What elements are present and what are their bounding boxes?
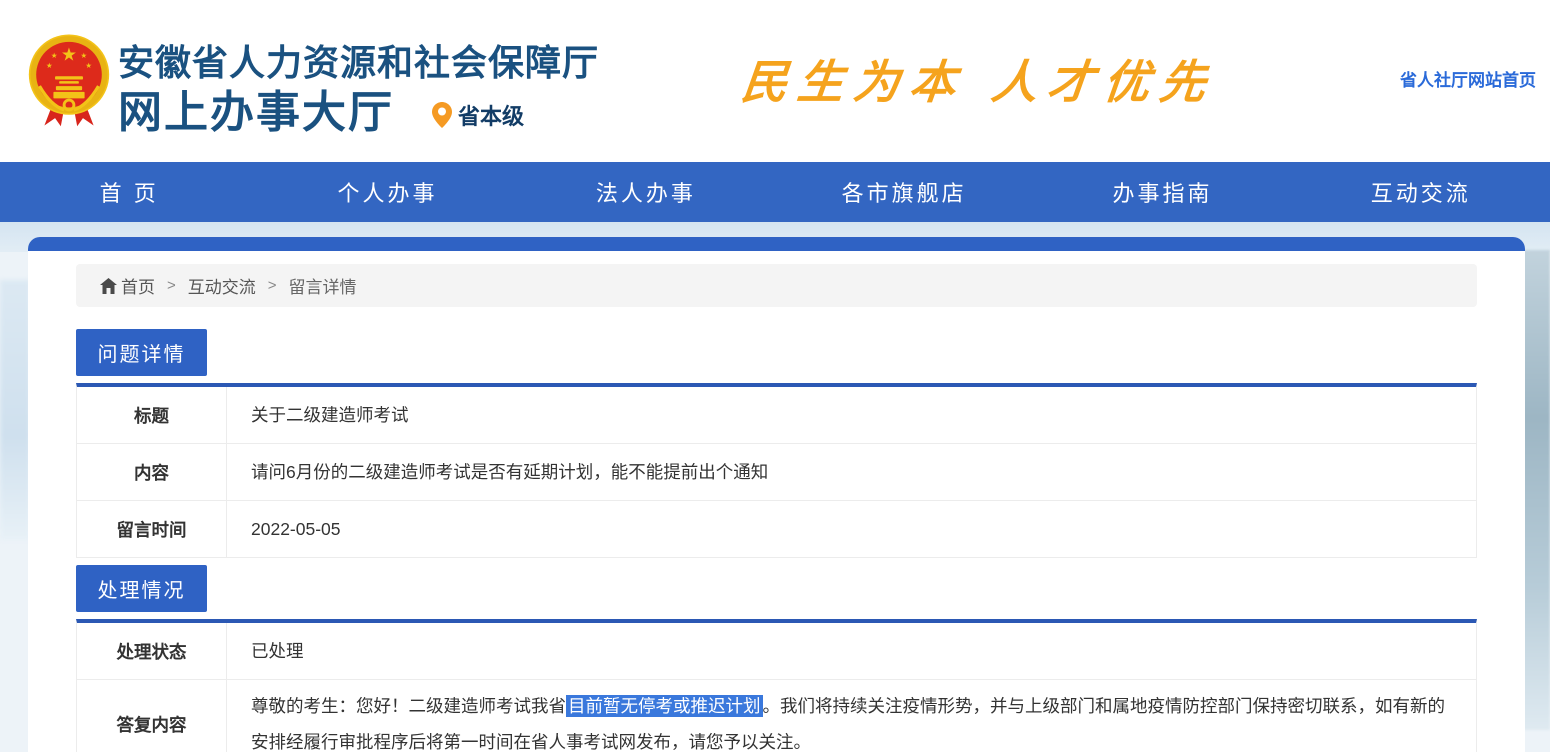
title-value: 关于二级建造师考试 <box>227 387 1476 443</box>
card-top-bar <box>28 237 1525 251</box>
content-value: 请问6月份的二级建造师考试是否有延期计划，能不能提前出个通知 <box>227 444 1476 500</box>
nav-item-interaction[interactable]: 互动交流 <box>1292 162 1550 222</box>
table-row-title: 标题 关于二级建造师考试 <box>77 387 1476 444</box>
section-tab-question-detail: 问题详情 <box>76 329 207 376</box>
content-label: 内容 <box>77 444 227 500</box>
table-row-reply-content: 答复内容 尊敬的考生：您好！二级建造师考试我省目前暂无停考或推迟计划。我们将持续… <box>77 680 1476 752</box>
breadcrumb: 首页 > 互动交流 > 留言详情 <box>76 264 1477 307</box>
hall-name: 网上办事大厅 <box>118 76 394 140</box>
breadcrumb-home[interactable]: 首页 <box>121 273 155 298</box>
svg-text:★: ★ <box>46 61 53 70</box>
message-time-label: 留言时间 <box>77 501 227 557</box>
table-row-content: 内容 请问6月份的二级建造师考试是否有延期计划，能不能提前出个通知 <box>77 444 1476 501</box>
nav-item-legal-person[interactable]: 法人办事 <box>517 162 775 222</box>
nav-item-city-stores[interactable]: 各市旗舰店 <box>775 162 1033 222</box>
status-label: 处理状态 <box>77 623 227 679</box>
background-watermark-left <box>0 280 30 540</box>
national-emblem-logo: ★ ★ ★ ★ ★ <box>28 33 110 131</box>
content-card: 首页 > 互动交流 > 留言详情 问题详情 标题 关于二级建造师考试 内容 请问… <box>28 237 1525 752</box>
background-watermark-right <box>1522 250 1550 730</box>
reply-content-label: 答复内容 <box>77 680 227 752</box>
region-label: 省本级 <box>458 99 524 131</box>
dept-site-home-link[interactable]: 省人社厅网站首页 <box>1400 66 1536 91</box>
processing-table: 处理状态 已处理 答复内容 尊敬的考生：您好！二级建造师考试我省目前暂无停考或推… <box>76 619 1477 752</box>
svg-text:★: ★ <box>61 45 77 65</box>
nav-item-guide[interactable]: 办事指南 <box>1033 162 1291 222</box>
table-row-status: 处理状态 已处理 <box>77 623 1476 680</box>
breadcrumb-message-detail: 留言详情 <box>289 273 357 298</box>
breadcrumb-interaction[interactable]: 互动交流 <box>188 273 256 298</box>
svg-text:★: ★ <box>80 51 87 60</box>
status-value: 已处理 <box>227 623 1476 679</box>
title-label: 标题 <box>77 387 227 443</box>
table-row-message-time: 留言时间 2022-05-05 <box>77 501 1476 558</box>
main-nav: 首 页 个人办事 法人办事 各市旗舰店 办事指南 互动交流 <box>0 162 1550 222</box>
location-pin-icon <box>432 102 452 128</box>
slogan-calligraphy: 民生为本 人才优先 <box>739 46 1220 112</box>
svg-text:★: ★ <box>85 61 92 70</box>
message-time-value: 2022-05-05 <box>227 501 1476 557</box>
question-detail-table: 标题 关于二级建造师考试 内容 请问6月份的二级建造师考试是否有延期计划，能不能… <box>76 383 1477 558</box>
section-tab-processing: 处理情况 <box>76 565 207 612</box>
reply-content-value: 尊敬的考生：您好！二级建造师考试我省目前暂无停考或推迟计划。我们将持续关注疫情形… <box>227 680 1476 752</box>
region-selector[interactable]: 省本级 <box>432 99 524 131</box>
svg-text:★: ★ <box>51 51 58 60</box>
reply-text-before: 尊敬的考生：您好！二级建造师考试我省 <box>251 696 566 716</box>
breadcrumb-separator: > <box>167 277 176 294</box>
reply-text-highlighted-selection: 目前暂无停考或推迟计划 <box>566 695 763 717</box>
nav-item-home[interactable]: 首 页 <box>0 162 258 222</box>
nav-item-personal[interactable]: 个人办事 <box>258 162 516 222</box>
home-icon <box>100 278 117 294</box>
breadcrumb-separator: > <box>268 277 277 294</box>
site-header: ★ ★ ★ ★ ★ 安徽省人力资源和社会保障厅 网上办事大厅 省本级 民生为本 … <box>0 0 1550 162</box>
